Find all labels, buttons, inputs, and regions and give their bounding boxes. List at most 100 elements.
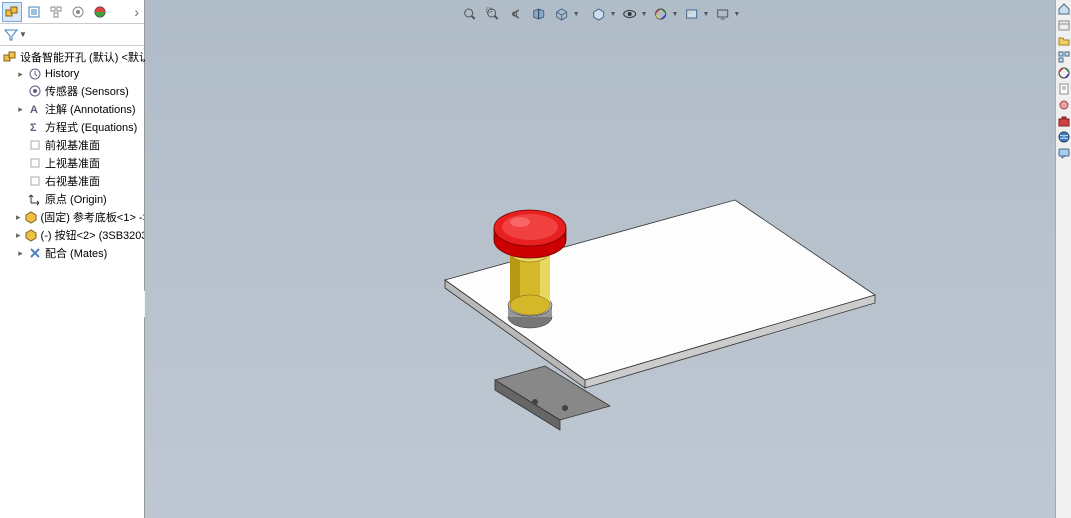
tree-item-button-part[interactable]: ▸ (-) 按钮<2> (3SB3203-1H	[0, 226, 144, 244]
tree-label: 方程式 (Equations)	[45, 119, 137, 135]
task-view-palette-button[interactable]	[1057, 50, 1071, 64]
tree-root[interactable]: 设备智能开孔 (默认) <默认_显示	[0, 48, 144, 66]
tree-label: 右视基准面	[45, 173, 100, 189]
property-icon	[27, 5, 41, 19]
expander-icon[interactable]: ▸	[16, 249, 25, 258]
sensor-icon	[28, 84, 42, 98]
svg-text:Σ: Σ	[30, 122, 37, 134]
display-style-button[interactable]	[589, 4, 609, 24]
tree-filter-bar: ▼	[0, 24, 144, 46]
section-view-button[interactable]	[529, 4, 549, 24]
dropdown-icon[interactable]: ▼	[573, 11, 580, 18]
part-icon	[24, 228, 38, 242]
zoom-area-button[interactable]	[483, 4, 503, 24]
forum-icon	[1057, 146, 1071, 160]
hide-show-button[interactable]	[620, 4, 640, 24]
dropdown-icon[interactable]: ▼	[610, 11, 617, 18]
expander-icon[interactable]: ▸	[16, 213, 21, 222]
expander-icon[interactable]: ▸	[16, 70, 25, 79]
funnel-icon[interactable]	[4, 28, 18, 42]
toolbox-icon	[1057, 114, 1071, 128]
config-icon	[49, 5, 63, 19]
dimxpert-icon	[71, 5, 85, 19]
task-button-6[interactable]	[1057, 98, 1071, 112]
origin-icon	[28, 192, 42, 206]
tab-feature-manager[interactable]	[2, 2, 22, 22]
tree-item-sensors[interactable]: 传感器 (Sensors)	[0, 82, 144, 100]
expander-icon[interactable]: ▸	[16, 231, 21, 240]
tree-item-fixed-part[interactable]: ▸ (固定) 参考底板<1> -> (默	[0, 208, 144, 226]
previous-view-button[interactable]	[506, 4, 526, 24]
globe-icon	[1057, 130, 1071, 144]
graphics-viewport[interactable]: ▼ ▼ ▼ ▼ ▼ ▼	[145, 0, 1055, 518]
task-library-button[interactable]	[1057, 18, 1071, 32]
dropdown-icon[interactable]: ▼	[702, 11, 709, 18]
task-toolbox-button[interactable]	[1057, 114, 1071, 128]
tree-item-origin[interactable]: 原点 (Origin)	[0, 190, 144, 208]
dropdown-icon[interactable]: ▼	[641, 11, 648, 18]
assembly-icon	[5, 5, 19, 19]
part-icon	[24, 210, 38, 224]
zoom-fit-button[interactable]	[460, 4, 480, 24]
dropdown-icon[interactable]: ▼	[19, 30, 27, 39]
plane-icon	[28, 174, 42, 188]
appearance-icon	[654, 7, 668, 21]
feature-manager-panel: › ▼ 设备智能开孔 (默认) <默认_显示 ▸ History 传感器 (Se…	[0, 0, 145, 518]
edit-appearance-button[interactable]	[651, 4, 671, 24]
task-home-button[interactable]	[1057, 2, 1071, 16]
display-style-icon	[592, 7, 606, 21]
task-appearances-button[interactable]	[1057, 66, 1071, 80]
tree-label: 注解 (Annotations)	[45, 101, 135, 117]
section-icon	[532, 7, 546, 21]
model-3d[interactable]	[435, 180, 885, 440]
tree-label: 传感器 (Sensors)	[45, 83, 129, 99]
plane-icon	[28, 138, 42, 152]
heads-up-toolbar: ▼ ▼ ▼ ▼ ▼ ▼	[460, 4, 741, 24]
zoom-fit-icon	[463, 7, 477, 21]
annotation-icon: A	[28, 102, 42, 116]
eye-icon	[623, 7, 637, 21]
tree-item-annotations[interactable]: ▸ A 注解 (Annotations)	[0, 100, 144, 118]
palette-icon	[1057, 50, 1071, 64]
appearance-icon	[1057, 66, 1071, 80]
view-settings-button[interactable]	[712, 4, 732, 24]
task-file-explorer-button[interactable]	[1057, 34, 1071, 48]
task-custom-props-button[interactable]	[1057, 82, 1071, 96]
equation-icon: Σ	[28, 120, 42, 134]
tab-dimxpert[interactable]	[68, 2, 88, 22]
tree-item-right-plane[interactable]: 右视基准面	[0, 172, 144, 190]
tree-label: History	[45, 68, 79, 80]
view-orientation-button[interactable]	[552, 4, 572, 24]
home-icon	[1057, 2, 1071, 16]
tree-label: (固定) 参考底板<1> -> (默	[41, 209, 144, 225]
tree-item-mates[interactable]: ▸ 配合 (Mates)	[0, 244, 144, 262]
history-icon	[28, 67, 42, 81]
folder-icon	[1057, 34, 1071, 48]
expander-icon[interactable]: ▸	[16, 105, 25, 114]
dropdown-icon[interactable]: ▼	[733, 11, 740, 18]
tab-display-manager[interactable]	[90, 2, 110, 22]
zoom-area-icon	[486, 7, 500, 21]
tree-label: 原点 (Origin)	[45, 191, 107, 207]
plane-icon	[28, 156, 42, 170]
feature-tree: 设备智能开孔 (默认) <默认_显示 ▸ History 传感器 (Sensor…	[0, 46, 144, 264]
mates-icon	[28, 246, 42, 260]
tab-overflow[interactable]: ›	[131, 4, 142, 20]
task-forum-button[interactable]	[1057, 146, 1071, 160]
scene-icon	[684, 7, 698, 21]
tab-property-manager[interactable]	[24, 2, 44, 22]
apply-scene-button[interactable]	[681, 4, 701, 24]
tree-item-history[interactable]: ▸ History	[0, 66, 144, 82]
tree-label: 上视基准面	[45, 155, 100, 171]
view-orient-icon	[555, 7, 569, 21]
dropdown-icon[interactable]: ▼	[672, 11, 679, 18]
tree-item-front-plane[interactable]: 前视基准面	[0, 136, 144, 154]
library-icon	[1057, 18, 1071, 32]
tree-item-equations[interactable]: Σ 方程式 (Equations)	[0, 118, 144, 136]
task-button-8[interactable]	[1057, 130, 1071, 144]
props-icon	[1057, 82, 1071, 96]
prev-view-icon	[509, 7, 523, 21]
tab-configuration-manager[interactable]	[46, 2, 66, 22]
tree-item-top-plane[interactable]: 上视基准面	[0, 154, 144, 172]
display-manager-icon	[93, 5, 107, 19]
